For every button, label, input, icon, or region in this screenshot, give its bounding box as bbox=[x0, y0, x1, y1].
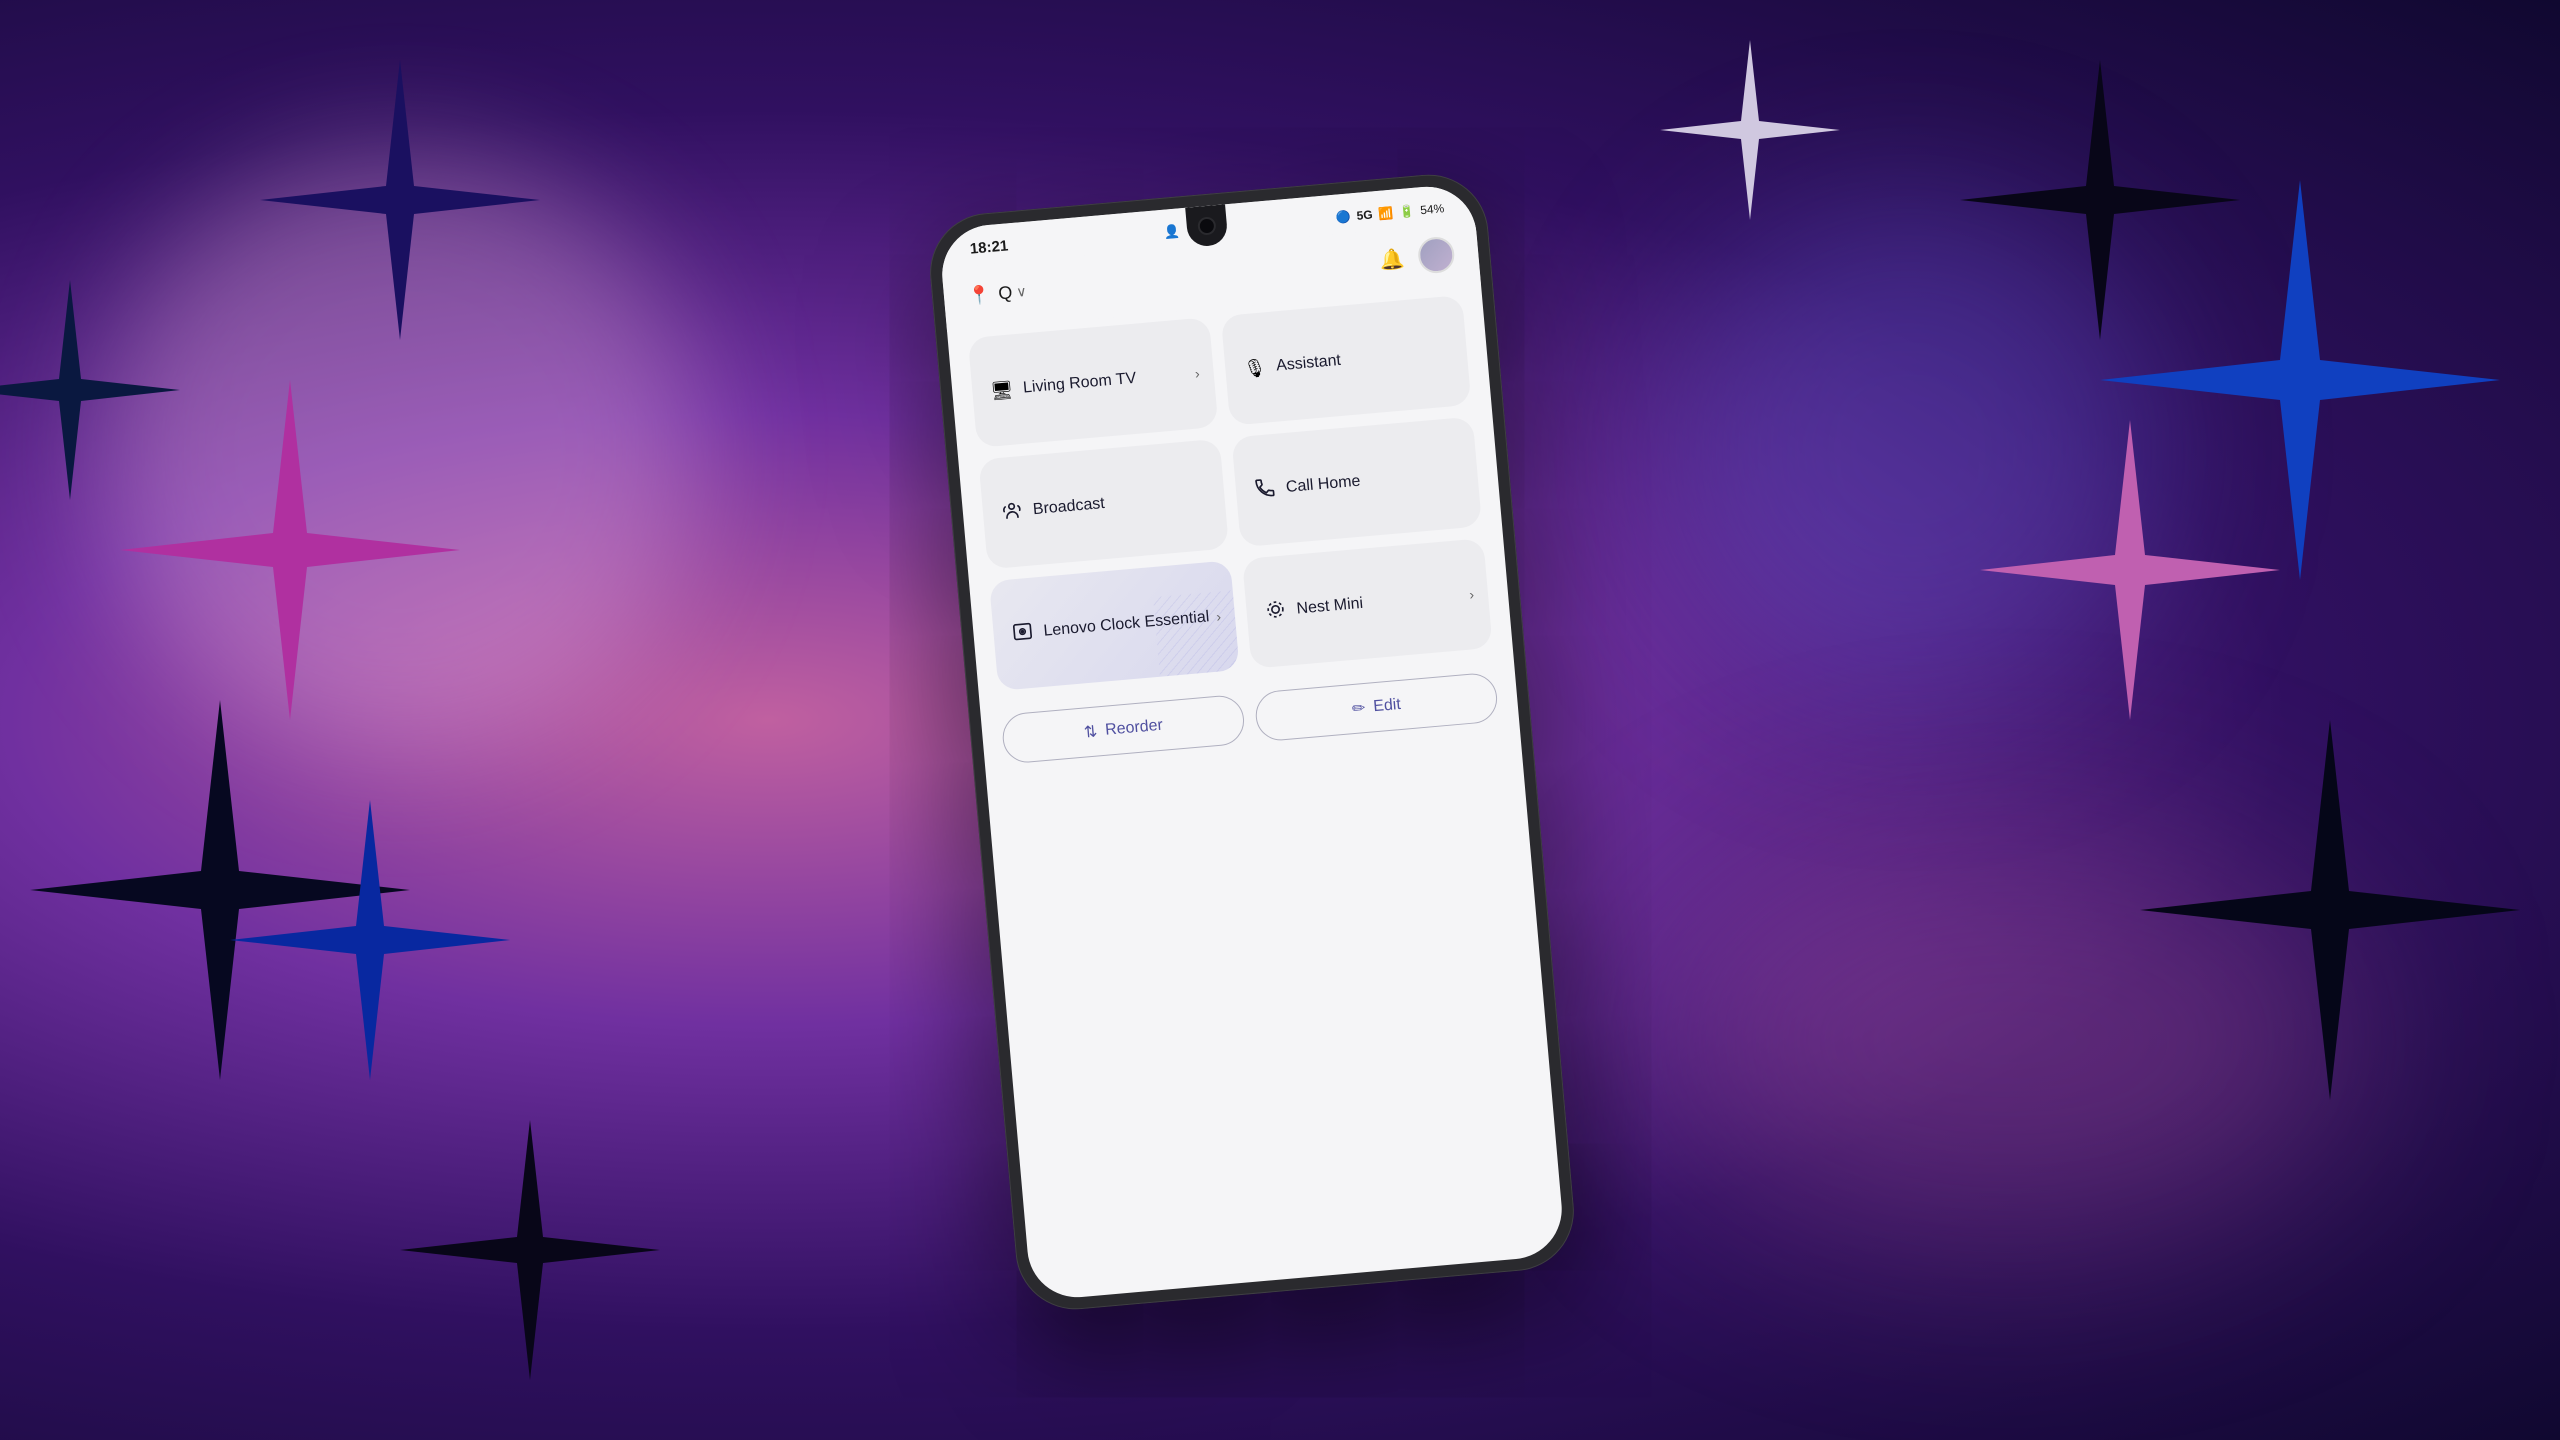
phone-icon bbox=[1253, 475, 1277, 504]
home-label-text: Q bbox=[997, 282, 1013, 304]
phone-screen: 18:21 👤 🔵 5G 📶 🔋 54% 📍 Q bbox=[938, 183, 1566, 1302]
star-white-top-right bbox=[1660, 40, 1840, 220]
star-pink-left bbox=[120, 380, 460, 720]
battery-pct: 54% bbox=[1420, 201, 1445, 217]
signal-icon: 📶 bbox=[1378, 205, 1394, 220]
card-row-nest: Nest Mini bbox=[1264, 581, 1472, 626]
card-living-room-tv[interactable]: 🖥 Living Room TV › bbox=[968, 317, 1219, 448]
device-grid: 🖥 Living Room TV › 🎙 Assistant bbox=[947, 285, 1513, 700]
reorder-icon: ⇅ bbox=[1083, 721, 1098, 742]
status-icons: 👤 bbox=[1163, 223, 1181, 240]
star-blue-left-bottom bbox=[230, 800, 510, 1080]
card-assistant[interactable]: 🎙 Assistant bbox=[1221, 295, 1472, 426]
card-lenovo-clock[interactable]: Lenovo Clock Essential › bbox=[989, 560, 1240, 691]
card-nest-mini[interactable]: Nest Mini › bbox=[1242, 538, 1493, 669]
bluetooth-icon: 🔵 bbox=[1335, 209, 1351, 224]
card-broadcast[interactable]: Broadcast bbox=[978, 439, 1229, 570]
header-right: 🔔 bbox=[1378, 236, 1456, 278]
tv-icon: 🖥 bbox=[990, 379, 1015, 402]
nest-icon bbox=[1264, 597, 1288, 626]
home-dropdown[interactable]: Q ∨ bbox=[997, 280, 1027, 303]
edit-button[interactable]: ✏ Edit bbox=[1254, 672, 1499, 743]
chevron-right-nest: › bbox=[1469, 586, 1475, 602]
card-call-home[interactable]: Call Home bbox=[1231, 417, 1482, 548]
card-label-assistant: Assistant bbox=[1275, 350, 1341, 376]
avatar[interactable] bbox=[1417, 236, 1456, 275]
card-lines-decoration bbox=[1153, 590, 1240, 677]
bell-icon[interactable]: 🔔 bbox=[1378, 245, 1405, 272]
card-row-tv: 🖥 Living Room TV bbox=[990, 363, 1197, 402]
card-label-tv: Living Room TV bbox=[1022, 368, 1137, 399]
user-icon: 👤 bbox=[1163, 223, 1181, 240]
star-dark-left-top bbox=[260, 60, 540, 340]
location-icon[interactable]: 📍 bbox=[967, 284, 991, 307]
mic-icon: 🎙 bbox=[1243, 357, 1268, 380]
card-row-assistant: 🎙 Assistant bbox=[1243, 341, 1450, 380]
phone-wrapper: 18:21 👤 🔵 5G 📶 🔋 54% 📍 Q bbox=[925, 170, 1579, 1315]
edit-label: Edit bbox=[1373, 696, 1402, 716]
header-left: 📍 Q ∨ bbox=[967, 280, 1027, 306]
camera-dot bbox=[1197, 216, 1217, 236]
star-pink-right bbox=[1980, 420, 2280, 720]
card-row-call-home: Call Home bbox=[1253, 459, 1461, 504]
speaker-icon bbox=[1011, 619, 1035, 648]
edit-icon: ✏ bbox=[1351, 698, 1366, 719]
status-right-icons: 🔵 5G 📶 🔋 54% bbox=[1335, 201, 1445, 224]
card-row-broadcast: Broadcast bbox=[1000, 482, 1208, 527]
star-dark-bottom-center bbox=[400, 1120, 660, 1380]
status-time: 18:21 bbox=[969, 237, 1009, 257]
chevron-right-lenovo: › bbox=[1216, 608, 1222, 624]
reorder-button[interactable]: ⇅ Reorder bbox=[1001, 694, 1246, 765]
broadcast-icon bbox=[1000, 498, 1024, 527]
reorder-label: Reorder bbox=[1104, 717, 1163, 740]
star-dark-right-bottom bbox=[2140, 720, 2520, 1100]
phone-outer: 18:21 👤 🔵 5G 📶 🔋 54% 📍 Q bbox=[925, 170, 1579, 1315]
card-label-nest: Nest Mini bbox=[1296, 593, 1364, 620]
card-label-broadcast: Broadcast bbox=[1032, 494, 1106, 521]
chevron-down-icon: ∨ bbox=[1016, 282, 1028, 300]
chevron-right-tv: › bbox=[1194, 365, 1200, 381]
battery-icon: 🔋 bbox=[1399, 203, 1415, 218]
card-label-call-home: Call Home bbox=[1285, 471, 1361, 498]
network-icon: 5G bbox=[1356, 207, 1373, 222]
